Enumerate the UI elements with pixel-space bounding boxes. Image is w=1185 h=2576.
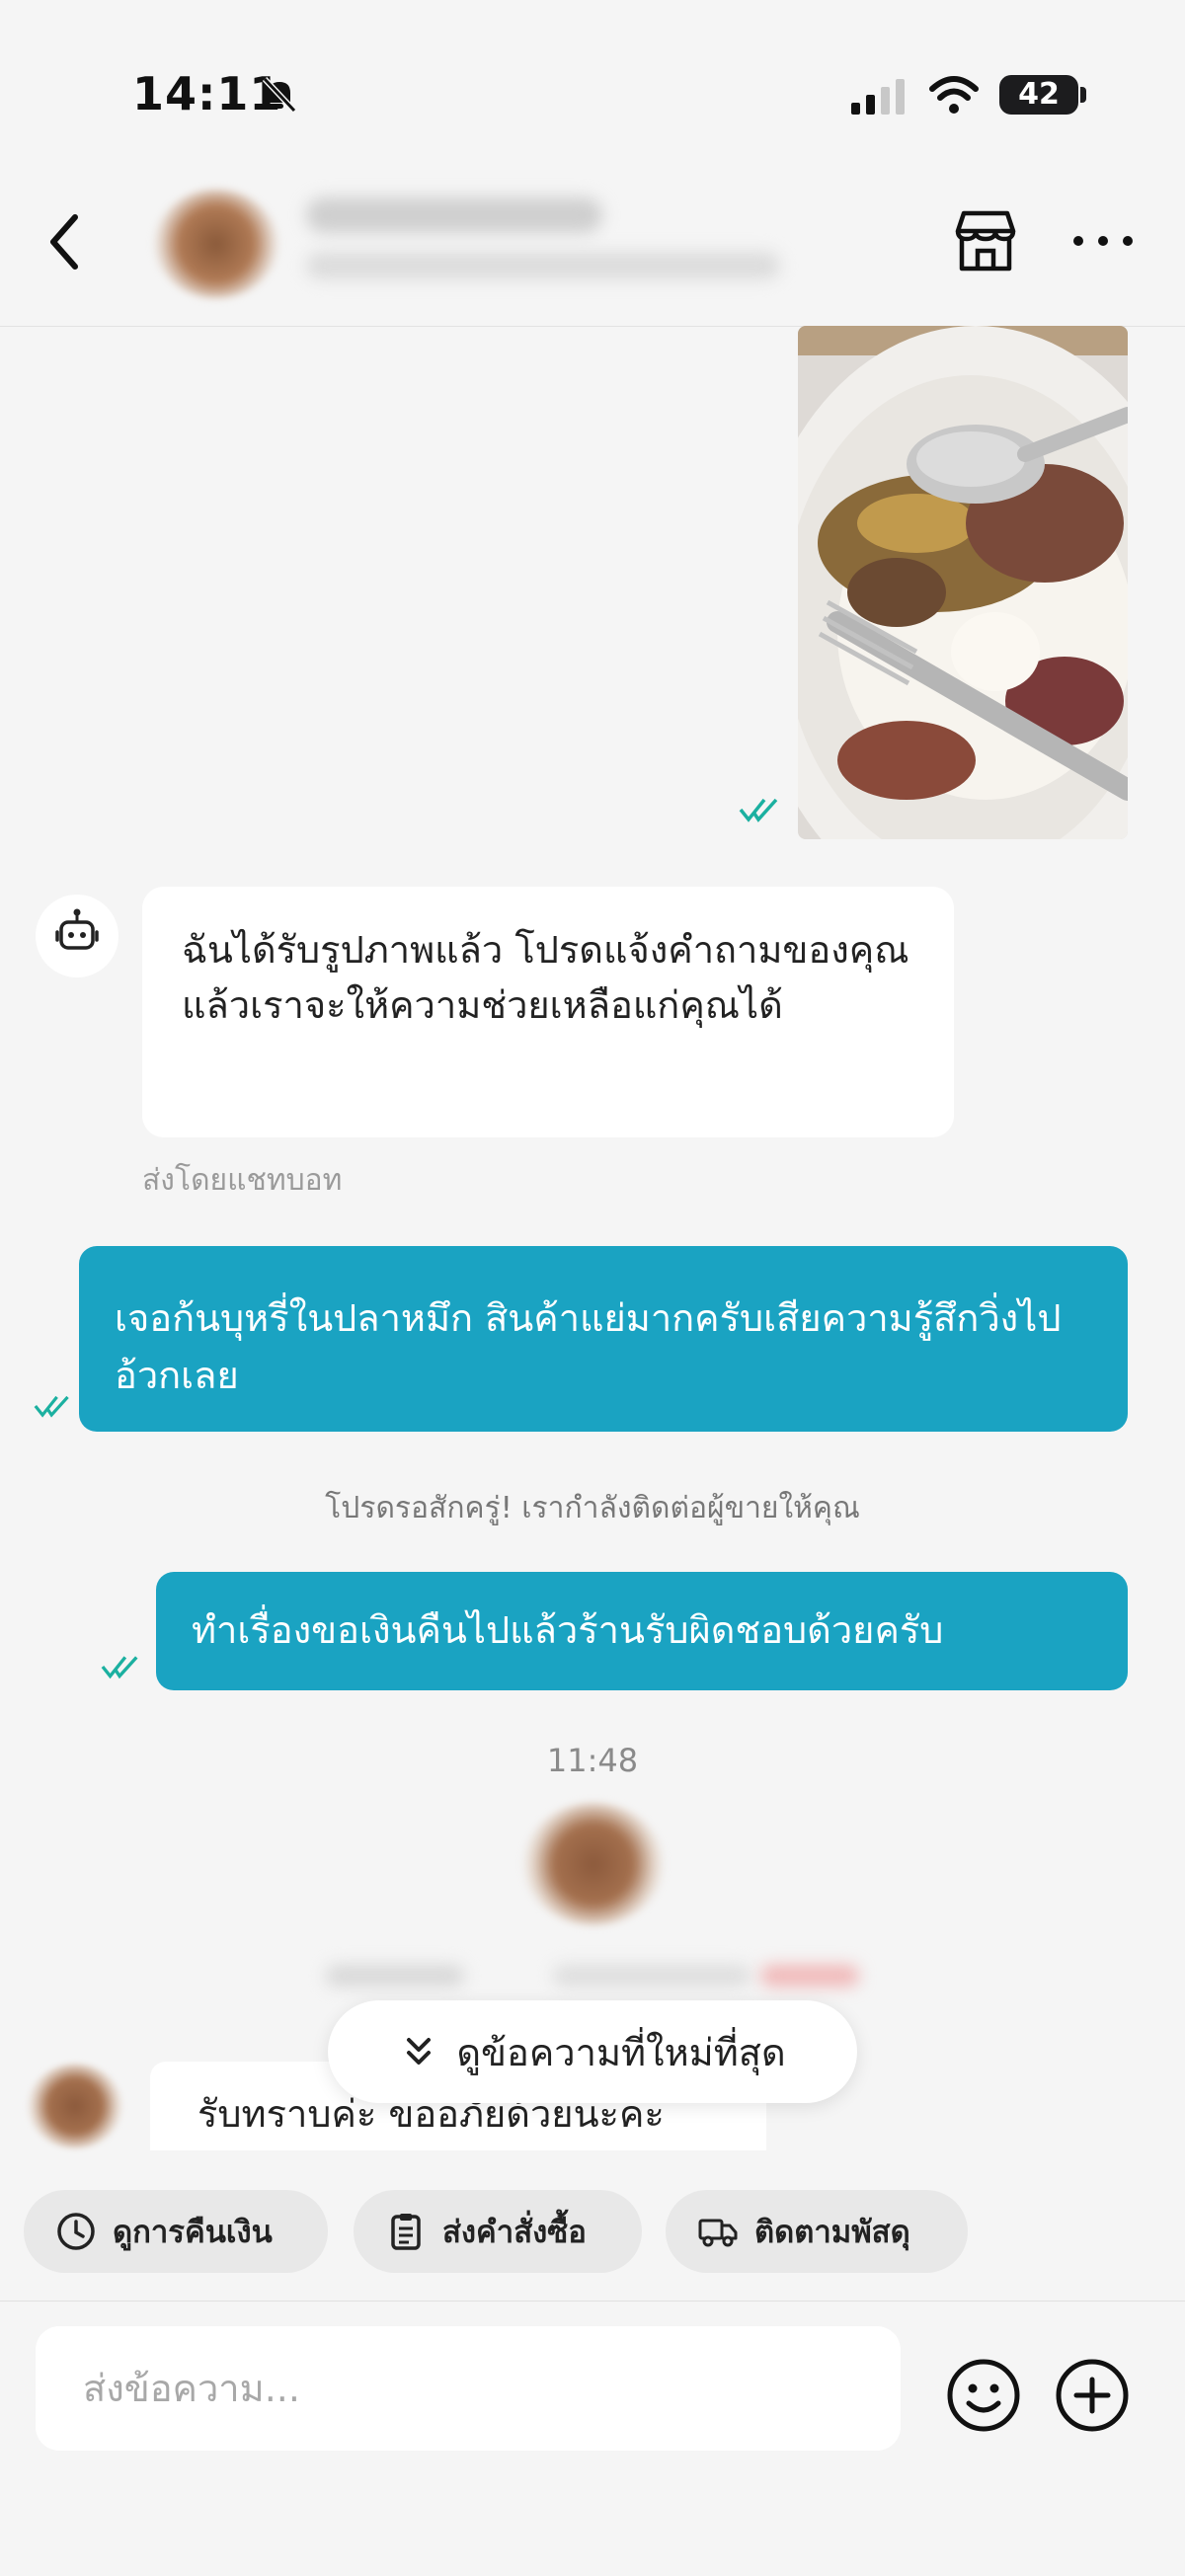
shop-name-redacted[interactable] [306,197,602,233]
emoji-icon[interactable] [944,2356,1023,2435]
read-receipt-icon [101,1656,138,1679]
track-parcel-label: ติดตามพัสดุ [754,2215,910,2250]
status-bar: 14:11 42 [0,0,1185,188]
more-horizontal-icon[interactable] [1068,221,1138,261]
read-receipt-icon [739,798,778,822]
message-timestamp: 11:48 [546,1742,639,1779]
quick-actions-bar: ดูการคืนเงิน ส่งคำสั่งซื้อ ติดตามพัสดุ [0,2178,1185,2287]
plus-circle-icon[interactable] [1053,2356,1132,2435]
clipboard-icon [391,2214,421,2250]
system-note: โปรดรอสักครู่! เรากำลังติดต่อผู้ขายให้คุ… [325,1491,860,1525]
sent-message[interactable]: เจอก้นบุหรี่ในปลาหมึก สินค้าแย่มากครับเส… [79,1246,1128,1432]
chatbot-sender-label: ส่งโดยแชทบอท [142,1163,343,1198]
view-refund-label: ดูการคืนเงิน [113,2215,273,2250]
chevrons-down-icon [407,2038,432,2065]
chatbot-avatar [36,895,118,977]
seller-avatar-redacted [28,2064,122,2148]
send-order-label: ส่งคำสั่งซื้อ [442,2215,587,2250]
shop-avatar[interactable] [154,190,278,298]
store-icon[interactable] [950,205,1021,276]
clock-icon [57,2213,95,2250]
message-input[interactable] [36,2326,901,2451]
jump-to-latest-button[interactable]: ดูข้อความที่ใหม่ที่สุด [328,2000,857,2103]
sent-message[interactable]: ทำเรื่องขอเงินคืนไปแล้วร้านรับผิดชอบด้วย… [156,1572,1128,1690]
send-order-chip[interactable]: ส่งคำสั่งซื้อ [354,2190,642,2273]
wifi-icon [929,76,979,114]
track-parcel-chip[interactable]: ติดตามพัสดุ [666,2190,968,2273]
chatbot-message: ฉันได้รับรูปภาพแล้ว โปรดแจ้งคำถามของคุณ … [142,887,954,1137]
cellular-signal-icon [851,79,905,115]
truck-icon [698,2219,738,2247]
sent-photo[interactable] [798,326,1128,839]
shop-status-redacted [306,252,780,279]
view-refund-chip[interactable]: ดูการคืนเงิน [24,2190,328,2273]
robot-icon [55,908,99,950]
redacted-text [760,1965,859,1987]
food-photo-image [798,326,1128,839]
battery-level: 42 [999,75,1078,115]
chevron-left-icon[interactable] [36,207,95,276]
redacted-text [326,1965,464,1987]
jump-to-latest-label: ดูข้อความที่ใหม่ที่สุด [456,2030,786,2074]
redacted-text [553,1965,750,1987]
seller-avatar-redacted [523,1803,664,1925]
bell-off-icon [262,76,297,114]
read-receipt-icon [34,1395,69,1418]
battery-nub [1080,87,1086,103]
